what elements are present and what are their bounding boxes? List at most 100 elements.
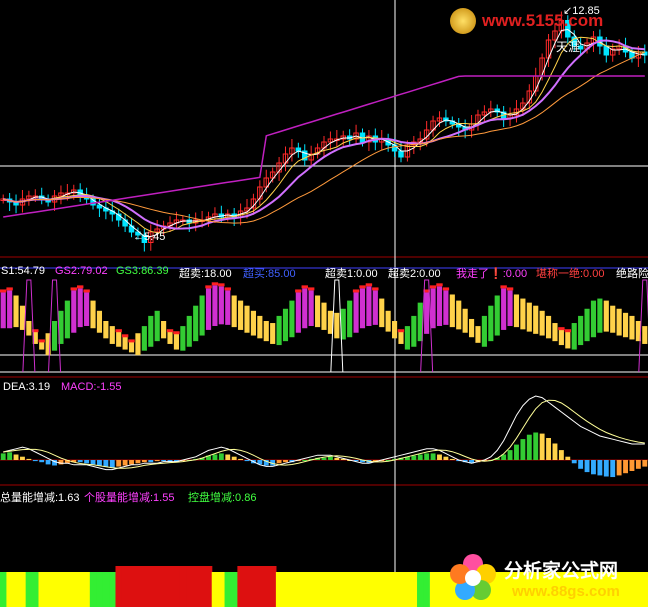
osc-bar (597, 298, 603, 333)
osc-bar (321, 302, 327, 330)
macd-bar (327, 456, 333, 460)
volume-state-bar (237, 566, 245, 607)
macd-bar (13, 454, 19, 460)
osc-bar (199, 295, 205, 336)
macd-bar (526, 434, 532, 460)
osc-top-mark (205, 285, 212, 289)
osc-bar (308, 290, 314, 326)
osc-bar (77, 288, 83, 328)
macd-bar (39, 460, 45, 463)
volume-state-bar (218, 572, 226, 607)
osc-bar (109, 326, 115, 344)
macd-bar (26, 458, 32, 460)
osc-top-mark (83, 289, 90, 293)
osc-bar (128, 341, 135, 353)
volume-state-bar (352, 572, 360, 607)
volume-state-bar (384, 572, 392, 607)
macd-bar (552, 443, 558, 460)
price-low-label: ←5.45 (133, 231, 166, 243)
volume-state-bar (224, 572, 232, 607)
osc-bar (315, 295, 321, 328)
macd-bar (334, 457, 340, 460)
osc-bar (26, 321, 32, 336)
macd-bar (244, 460, 250, 462)
osc-bar (353, 292, 359, 333)
volume-state-bar (173, 566, 181, 607)
osc-bar (257, 315, 263, 339)
macd-bar (430, 453, 436, 460)
volume-state-bar (198, 566, 206, 607)
volume-state-bar (404, 572, 412, 607)
macd-bar (635, 460, 641, 469)
osc-bar (571, 323, 577, 350)
osc-bar (443, 290, 449, 325)
macd-bar (449, 458, 455, 460)
volume-state-bar (269, 566, 277, 607)
osc-bar (51, 321, 58, 351)
panel3-legend: DEA:3.19 MACD:-1.55 (0, 381, 648, 395)
osc-bar (186, 315, 192, 347)
legend-gs3: GS3:86.39 (116, 265, 169, 277)
bottom-watermark: 分析家公式网 www.88gs.com (448, 552, 646, 604)
osc-bar (302, 288, 308, 329)
macd-bar (571, 460, 577, 464)
osc-low-mark (564, 329, 572, 333)
macd-bar (84, 460, 90, 464)
macd-bar (148, 460, 154, 463)
osc-top-mark (359, 285, 366, 289)
volume-state-bar (378, 572, 386, 607)
osc-bar (622, 312, 629, 338)
volume-state-bar (6, 572, 14, 607)
volume-state-bar (141, 566, 149, 607)
legend-control: 控盘增减:0.86 (188, 492, 257, 504)
osc-bar (180, 326, 186, 351)
volume-state-bar (301, 572, 309, 607)
volume-state-bar (205, 566, 213, 607)
legend-oversold1: 超卖1:0.00 (325, 268, 378, 279)
macd-bar (212, 454, 218, 460)
osc-bar (616, 308, 622, 336)
osc-low-mark (115, 329, 122, 333)
macd-bar (558, 450, 564, 460)
volume-state-bar (192, 566, 200, 607)
macd-bar (283, 460, 288, 463)
macd-bar (520, 439, 526, 460)
osc-low-mark (397, 329, 405, 333)
volume-state-bar (230, 572, 238, 607)
macd-bar (514, 444, 519, 460)
macd-bar (122, 460, 128, 466)
osc-bar (385, 310, 391, 332)
panel2-legend: S1:54.79 GS2:79.02 GS3:86.39 超卖:18.00 超买… (0, 265, 648, 279)
volume-state-bar (288, 572, 296, 607)
osc-bar (96, 310, 103, 333)
macd-bar (0, 453, 6, 460)
volume-state-bar (333, 572, 341, 607)
osc-bar (116, 331, 122, 347)
macd-bar (77, 460, 83, 463)
macd-bar (424, 453, 430, 460)
osc-bar (565, 331, 571, 349)
osc-bar (526, 302, 532, 332)
osc-bar (436, 286, 443, 326)
legend-unique: 堪称一绝:0.00 (536, 268, 605, 279)
osc-bar (13, 295, 19, 328)
legend-s1: S1:54.79 (1, 265, 46, 277)
macd-bar (90, 460, 96, 465)
volume-state-bar (121, 566, 129, 607)
macd-bar (546, 438, 551, 460)
osc-bar (584, 308, 590, 342)
osc-top-mark (307, 287, 315, 291)
macd-bar (58, 460, 64, 465)
macd-bar (443, 456, 449, 460)
osc-top-mark (76, 285, 84, 289)
volume-state-bar (243, 566, 251, 607)
volume-state-bar (282, 572, 290, 607)
osc-bar (558, 329, 564, 346)
macd-bar (161, 460, 167, 462)
volume-state-bar (314, 572, 322, 607)
osc-bar (359, 288, 366, 329)
osc-top-mark (500, 285, 507, 289)
macd-bar (276, 460, 282, 464)
osc-bar (135, 333, 141, 356)
volume-state-bar (25, 572, 33, 607)
